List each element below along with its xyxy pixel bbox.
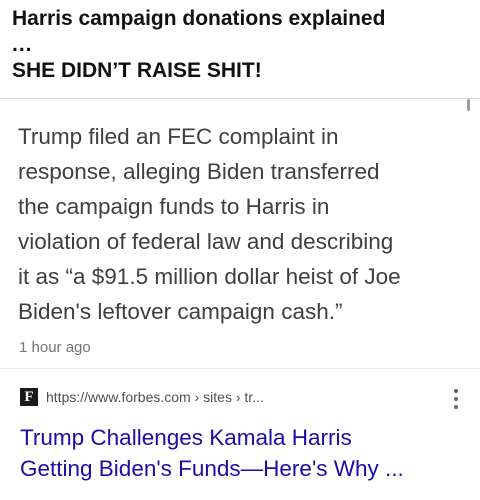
- kebab-dot: [454, 397, 458, 401]
- snippet-line: violation of federal law and describing: [18, 229, 394, 254]
- result-title-line[interactable]: Getting Biden's Funds—Here's Why ...: [20, 453, 460, 484]
- featured-snippet: Trump filed an FEC complaint in response…: [18, 119, 468, 329]
- more-vertical-icon[interactable]: [450, 389, 462, 409]
- result-title-link[interactable]: Trump Challenges Kamala Harris Getting B…: [20, 422, 460, 484]
- result-source[interactable]: F https://www.forbes.com › sites › tr...: [20, 386, 460, 408]
- scrollbar-thumb[interactable]: [467, 99, 470, 111]
- snippet-line: Biden's leftover campaign cash.”: [18, 299, 343, 324]
- divider: [0, 368, 480, 369]
- snippet-timestamp: 1 hour ago: [19, 339, 91, 356]
- caption-ellipsis: ...: [12, 33, 33, 56]
- snippet-line: the campaign funds to Harris in: [18, 194, 330, 219]
- snippet-line: it as “a $91.5 million dollar heist of J…: [18, 264, 401, 289]
- forbes-favicon-icon: F: [20, 388, 38, 406]
- caption-comment: SHE DIDN’T RAISE SHIT!: [12, 59, 262, 82]
- search-result-card: Trump filed an FEC complaint in response…: [0, 98, 480, 500]
- result-url[interactable]: https://www.forbes.com › sites › tr...: [46, 389, 264, 405]
- snippet-line: Trump filed an FEC complaint in: [18, 124, 339, 149]
- post-caption: Harris campaign donations explained ... …: [12, 6, 472, 84]
- result-title-line[interactable]: Trump Challenges Kamala Harris: [20, 422, 460, 453]
- kebab-dot: [454, 405, 458, 409]
- caption-headline: Harris campaign donations explained: [12, 7, 386, 30]
- kebab-dot: [454, 389, 458, 393]
- snippet-line: response, alleging Biden transferred: [18, 159, 380, 184]
